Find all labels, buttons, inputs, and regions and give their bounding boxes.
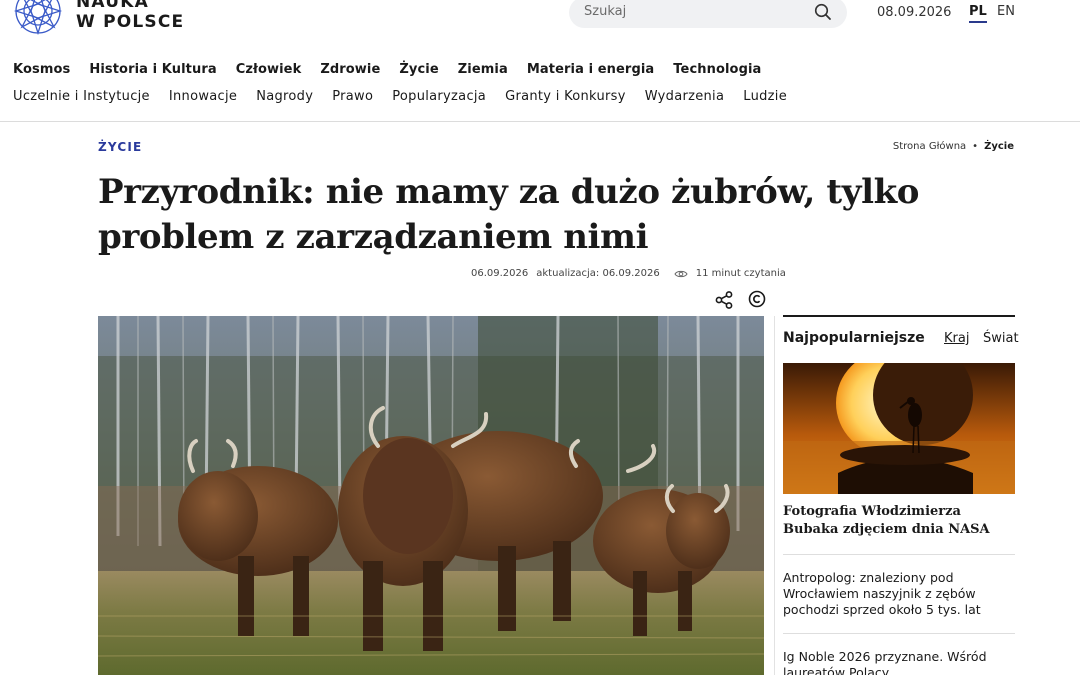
share-icon[interactable] (714, 290, 734, 310)
logo-icon[interactable] (12, 0, 64, 36)
popular-item-1[interactable]: Fotografia Włodzimierza Bubaka zdjęciem … (783, 503, 1015, 539)
sidebar-title: Najpopularniejsze (783, 330, 925, 346)
sidebar-divider (774, 316, 775, 675)
nav-item-ludzie[interactable]: Ludzie (743, 89, 787, 104)
popular-separator (783, 554, 1015, 555)
nav-item-uczelnie[interactable]: Uczelnie i Instytucje (13, 89, 150, 104)
nav-item-materia-i-energia[interactable]: Materia i energia (527, 62, 654, 77)
search-input[interactable]: Szukaj (569, 0, 847, 28)
brand-line-1: NAUKA (76, 0, 149, 12)
popular-item-2[interactable]: Antropolog: znaleziony pod Wrocławiem na… (783, 570, 1015, 618)
sidebar-top-rule (783, 315, 1015, 317)
nav-item-zdrowie[interactable]: Zdrowie (320, 62, 380, 77)
tab-kraj[interactable]: Kraj (944, 331, 969, 346)
nav-item-prawo[interactable]: Prawo (332, 89, 373, 104)
tab-swiat[interactable]: Świat (983, 331, 1019, 346)
nav-item-popularyzacja[interactable]: Popularyzacja (392, 89, 486, 104)
brand-line-2: W POLSCE (76, 12, 185, 32)
language-en[interactable]: EN (997, 4, 1015, 19)
brand-name[interactable]: NAUKA W POLSCE (76, 0, 184, 32)
article-meta: 06.09.2026 aktualizacja: 06.09.2026 11 m… (471, 268, 786, 279)
header-divider (0, 121, 1080, 122)
article-hero-image (98, 316, 764, 675)
article-category[interactable]: ŻYCIE (98, 140, 142, 154)
breadcrumb-current[interactable]: Życie (984, 141, 1014, 152)
breadcrumb: Strona Główna • Życie (893, 141, 1014, 152)
nav-item-czlowiek[interactable]: Człowiek (236, 62, 302, 77)
breadcrumb-home[interactable]: Strona Główna (893, 141, 966, 152)
nav-item-ziemia[interactable]: Ziemia (458, 62, 508, 77)
language-pl[interactable]: PL (969, 4, 987, 23)
nav-item-nagrody[interactable]: Nagrody (256, 89, 313, 104)
nav-item-historia-i-kultura[interactable]: Historia i Kultura (89, 62, 216, 77)
nav-item-innowacje[interactable]: Innowacje (169, 89, 237, 104)
nav-item-granty[interactable]: Granty i Konkursy (505, 89, 626, 104)
nav-item-kosmos[interactable]: Kosmos (13, 62, 70, 77)
popular-separator (783, 633, 1015, 634)
nav-item-wydarzenia[interactable]: Wydarzenia (645, 89, 725, 104)
search-icon[interactable] (813, 2, 833, 22)
breadcrumb-separator: • (972, 141, 979, 152)
current-date: 08.09.2026 (877, 5, 952, 20)
article-title: Przyrodnik: nie mamy za dużo żubrów, tyl… (98, 172, 920, 257)
copyright-icon[interactable] (748, 290, 766, 308)
nav-item-technologia[interactable]: Technologia (673, 62, 761, 77)
secondary-nav: Uczelnie i Instytucje Innowacje Nagrody … (13, 89, 787, 104)
nav-item-zycie[interactable]: Życie (399, 62, 438, 77)
reading-time: 11 minut czytania (695, 268, 786, 279)
primary-nav: Kosmos Historia i Kultura Człowiek Zdrow… (13, 62, 761, 77)
search-placeholder: Szukaj (584, 4, 627, 19)
popular-item-thumbnail[interactable] (783, 363, 1015, 494)
popular-item-3[interactable]: Ig Noble 2026 przyznane. Wśród laureatów… (783, 649, 1015, 675)
updated-date: aktualizacja: 06.09.2026 (536, 268, 660, 279)
eye-icon (674, 270, 688, 277)
published-date: 06.09.2026 (471, 268, 529, 279)
